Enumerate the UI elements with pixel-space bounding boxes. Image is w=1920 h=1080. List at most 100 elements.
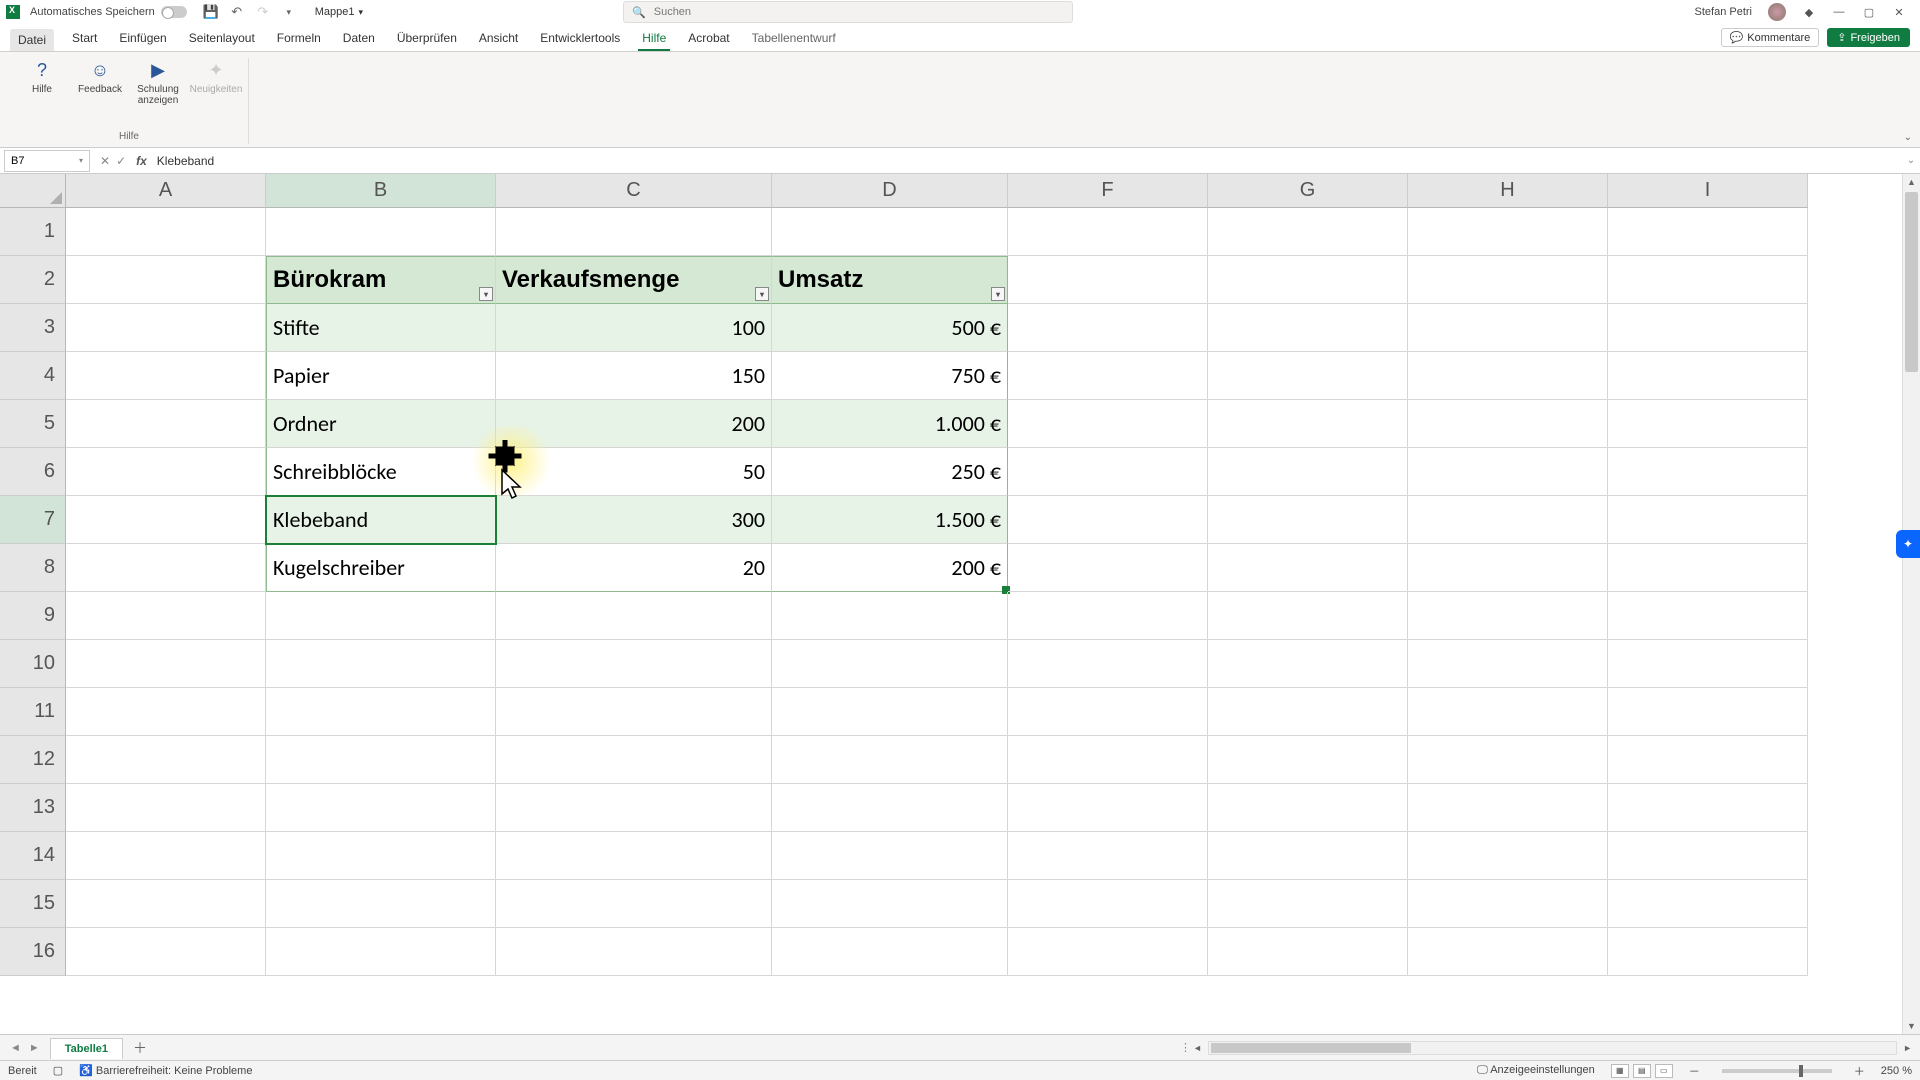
empty-cell[interactable] [66,496,266,544]
empty-cell[interactable] [1608,256,1808,304]
display-settings[interactable]: 🖵 Anzeigeeinstellungen [1477,1064,1595,1077]
empty-cell[interactable] [66,832,266,880]
empty-cell[interactable] [1208,784,1408,832]
side-panel-icon[interactable]: ✦ [1896,530,1920,558]
empty-cell[interactable] [1608,784,1808,832]
cell-D2[interactable]: Umsatz ▾ [772,256,1008,304]
empty-cell[interactable] [66,544,266,592]
diamond-icon[interactable]: ◆ [1802,5,1816,19]
empty-cell[interactable] [1008,400,1208,448]
empty-cell[interactable] [1408,496,1608,544]
tab-file[interactable]: Datei [10,29,54,51]
row-header-5[interactable]: 5 [0,400,66,448]
scroll-right-icon[interactable]: ► [1901,1043,1914,1053]
empty-cell[interactable] [1008,688,1208,736]
cell-C4[interactable]: 150 [496,352,772,400]
cell-B6[interactable]: Schreibblöcke [266,448,496,496]
empty-cell[interactable] [496,880,772,928]
row-header-8[interactable]: 8 [0,544,66,592]
empty-cell[interactable] [1208,256,1408,304]
empty-cell[interactable] [266,640,496,688]
empty-cell[interactable] [1008,448,1208,496]
empty-cell[interactable] [1008,592,1208,640]
row-header-13[interactable]: 13 [0,784,66,832]
add-sheet-button[interactable]: ＋ [133,1038,147,1058]
scroll-up-icon[interactable]: ▲ [1903,174,1920,190]
autosave[interactable]: Automatisches Speichern [30,6,187,18]
empty-cell[interactable] [1408,832,1608,880]
empty-cell[interactable] [266,592,496,640]
sheet-next-icon[interactable]: ► [29,1042,40,1054]
tab-data[interactable]: Daten [339,27,379,51]
cell-D4[interactable]: 750 € [772,352,1008,400]
row-header-14[interactable]: 14 [0,832,66,880]
cell-C6[interactable]: 50 [496,448,772,496]
empty-cell[interactable] [1008,880,1208,928]
empty-cell[interactable] [1008,208,1208,256]
col-header-A[interactable]: A [66,174,266,208]
avatar[interactable] [1768,3,1786,21]
row-header-2[interactable]: 2 [0,256,66,304]
share-button[interactable]: ⇪Freigeben [1827,28,1910,47]
empty-cell[interactable] [66,304,266,352]
empty-cell[interactable] [1008,832,1208,880]
empty-cell[interactable] [1408,256,1608,304]
sheet-tab-1[interactable]: Tabelle1 [50,1038,123,1059]
empty-cell[interactable] [1008,304,1208,352]
empty-cell[interactable] [1408,688,1608,736]
feedback-button[interactable]: ☺ Feedback [76,58,124,106]
empty-cell[interactable] [266,928,496,976]
sheet-nav[interactable]: ◄ ► [0,1042,50,1054]
formula-expand-icon[interactable]: ⌄ [1902,155,1920,166]
empty-cell[interactable] [772,736,1008,784]
empty-cell[interactable] [1608,736,1808,784]
col-header-D[interactable]: D [772,174,1008,208]
qat-dropdown-icon[interactable]: ▾ [281,4,297,20]
empty-cell[interactable] [772,640,1008,688]
cell-C8[interactable]: 20 [496,544,772,592]
empty-cell[interactable] [66,688,266,736]
empty-cell[interactable] [1608,928,1808,976]
empty-cell[interactable] [772,928,1008,976]
tab-start[interactable]: Start [68,27,101,51]
tab-help[interactable]: Hilfe [638,27,670,51]
filter-icon[interactable]: ▾ [755,287,769,301]
empty-cell[interactable] [66,400,266,448]
empty-cell[interactable] [496,736,772,784]
cell-C7[interactable]: 300 [496,496,772,544]
empty-cell[interactable] [1008,352,1208,400]
horizontal-scrollbar[interactable] [1208,1041,1897,1055]
user-name[interactable]: Stefan Petri [1695,6,1752,18]
cell-B2[interactable]: Bürokram ▾ [266,256,496,304]
tab-review[interactable]: Überprüfen [393,27,461,51]
tab-devtools[interactable]: Entwicklertools [536,27,624,51]
tab-acrobat[interactable]: Acrobat [684,27,733,51]
empty-cell[interactable] [1008,256,1208,304]
name-box[interactable]: B7 ▾ [4,150,90,172]
redo-icon[interactable]: ↷ [255,4,271,20]
empty-cell[interactable] [266,880,496,928]
scroll-down-icon[interactable]: ▼ [1903,1018,1920,1034]
empty-cell[interactable] [1608,640,1808,688]
row-header-12[interactable]: 12 [0,736,66,784]
autosave-toggle[interactable] [161,6,187,18]
empty-cell[interactable] [772,208,1008,256]
row-header-1[interactable]: 1 [0,208,66,256]
empty-cell[interactable] [66,448,266,496]
empty-cell[interactable] [1008,544,1208,592]
empty-cell[interactable] [496,832,772,880]
zoom-in-icon[interactable]: ＋ [1854,1063,1865,1079]
row-header-9[interactable]: 9 [0,592,66,640]
empty-cell[interactable] [1008,928,1208,976]
comments-button[interactable]: 💬Kommentare [1721,28,1820,47]
empty-cell[interactable] [496,928,772,976]
empty-cell[interactable] [1008,784,1208,832]
empty-cell[interactable] [772,784,1008,832]
col-header-C[interactable]: C [496,174,772,208]
empty-cell[interactable] [1208,448,1408,496]
empty-cell[interactable] [1608,592,1808,640]
empty-cell[interactable] [66,880,266,928]
minimize-icon[interactable]: — [1832,5,1846,19]
tab-tabledesign[interactable]: Tabellenentwurf [748,27,840,51]
accept-icon[interactable]: ✓ [116,154,126,168]
